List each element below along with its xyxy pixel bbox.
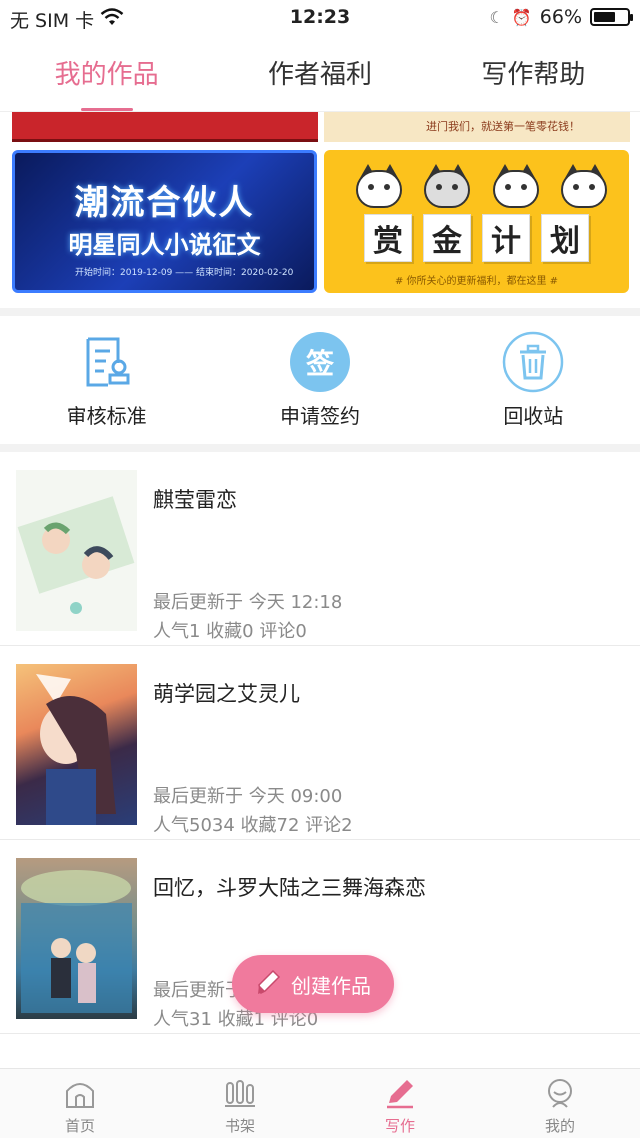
trash-icon (501, 330, 565, 394)
status-right: ☾ ⏰ 66% (489, 6, 633, 28)
list-item[interactable]: 萌学园之艾灵儿 最后更新于 今天 09:00 人气5034 收藏72 评论2 (0, 646, 640, 840)
nav-home-label: 首页 (64, 1117, 95, 1135)
nav-bookshelf[interactable]: 书架 (160, 1069, 320, 1138)
tab-my-works[interactable]: 我的作品 (0, 36, 213, 111)
campaign-dates: 开始时间：2019-12-09 —— 结束时间：2020-02-20 (75, 268, 294, 278)
reward-note: # 你所关心的更新福利，都在这里 # (394, 276, 559, 287)
app-screen: 无 SIM 卡 12:23 ☾ ⏰ 66% 我的作品 作者福利 写作帮助 进门我… (0, 0, 640, 1138)
tab-writing-help[interactable]: 写作帮助 (427, 36, 640, 111)
cat-illustrations (354, 162, 609, 220)
campaign-title: 潮流合伙人 (74, 183, 255, 223)
banner-partial-left[interactable] (12, 112, 318, 142)
alarm-icon: ⏰ (511, 7, 532, 27)
bottom-nav: 首页 书架 写作 我的 (0, 1068, 640, 1138)
reward-card: 金 (423, 214, 471, 262)
cat-icon (354, 162, 404, 220)
create-work-label: 创建作品 (291, 973, 371, 998)
pen-icon (383, 1077, 417, 1113)
work-stats: 人气1 收藏0 评论0 (153, 621, 307, 642)
work-title: 麒莹雷恋 (153, 488, 237, 512)
sign-contract-glyph: 签 (289, 332, 350, 392)
work-cover (16, 470, 137, 631)
nav-home[interactable]: 首页 (0, 1069, 160, 1138)
battery-icon (590, 8, 633, 26)
battery-percent: 66% (539, 6, 582, 28)
section-divider (0, 444, 640, 452)
reward-plan-banner[interactable]: 赏 金 计 划 # 你所关心的更新福利，都在这里 # (324, 150, 629, 293)
nav-write[interactable]: 写作 (320, 1069, 480, 1138)
nav-mine[interactable]: 我的 (480, 1069, 640, 1138)
work-title: 萌学园之艾灵儿 (153, 682, 300, 706)
tab-author-benefits[interactable]: 作者福利 (213, 36, 426, 111)
recycle-bin-button[interactable]: 回收站 (427, 316, 640, 444)
profile-icon (543, 1077, 577, 1113)
reward-card: 赏 (364, 214, 412, 262)
cat-icon (559, 162, 609, 220)
works-list: 麒莹雷恋 最后更新于 今天 12:18 人气1 收藏0 评论0 萌学园之艾灵儿 … (0, 452, 640, 1034)
work-updated: 最后更新于 今天 12:18 (153, 592, 343, 613)
banner-area: 进门我们，就送第一笔零花钱！ 潮流合伙人 明星同人小说征文 开始时间：2019-… (0, 112, 640, 308)
sign-contract-label: 申请签约 (279, 404, 360, 428)
work-stats: 人气5034 收藏72 评论2 (153, 815, 353, 836)
section-divider (0, 308, 640, 316)
banner-partial-text: 进门我们，就送第一笔零花钱！ (426, 120, 580, 133)
work-updated: 最后更新于 今天 09:00 (153, 786, 343, 807)
cat-icon (422, 162, 472, 220)
nav-write-label: 写作 (384, 1117, 415, 1135)
quick-actions: 审核标准 签 申请签约 回收站 (0, 316, 640, 444)
recycle-bin-label: 回收站 (503, 404, 564, 428)
cat-icon (491, 162, 541, 220)
review-standard-label: 审核标准 (66, 404, 147, 428)
work-cover (16, 858, 137, 1019)
nav-mine-label: 我的 (544, 1117, 575, 1135)
moon-icon: ☾ (489, 7, 504, 27)
bookshelf-icon (223, 1077, 257, 1113)
reward-card: 计 (482, 214, 530, 262)
battery-fill (594, 12, 616, 22)
review-standard-button[interactable]: 审核标准 (0, 316, 213, 444)
pencil-icon (255, 967, 283, 1002)
work-title: 回忆，斗罗大陆之三舞海森恋 (153, 876, 426, 900)
sign-contract-button[interactable]: 签 申请签约 (213, 316, 426, 444)
banner-partial-right[interactable]: 进门我们，就送第一笔零花钱！ (324, 112, 630, 142)
create-work-button[interactable]: 创建作品 (232, 955, 394, 1013)
status-bar: 无 SIM 卡 12:23 ☾ ⏰ 66% (0, 0, 640, 34)
campaign-banner[interactable]: 潮流合伙人 明星同人小说征文 开始时间：2019-12-09 —— 结束时间：2… (12, 150, 317, 293)
home-icon (63, 1077, 97, 1113)
reward-card: 划 (541, 214, 589, 262)
campaign-subtitle: 明星同人小说征文 (68, 231, 261, 259)
reward-cards: 赏 金 计 划 (364, 214, 589, 262)
work-cover (16, 664, 137, 825)
nav-bookshelf-label: 书架 (224, 1117, 255, 1135)
top-tabs: 我的作品 作者福利 写作帮助 (0, 36, 640, 112)
sign-contract-icon: 签 (288, 330, 352, 394)
review-standard-icon (75, 330, 139, 394)
list-item[interactable]: 麒莹雷恋 最后更新于 今天 12:18 人气1 收藏0 评论0 (0, 452, 640, 646)
